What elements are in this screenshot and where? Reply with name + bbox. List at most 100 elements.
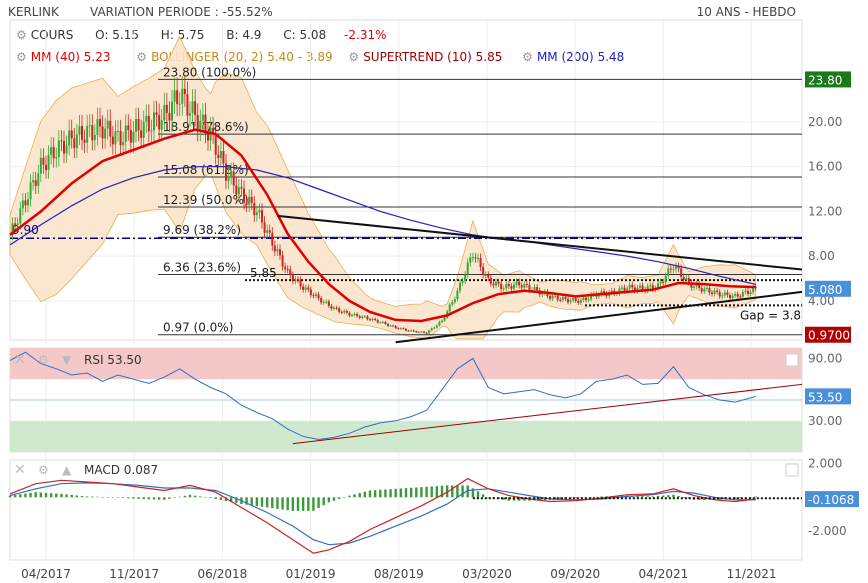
macd-histogram-bar (199, 496, 202, 498)
macd-histogram-bar (327, 497, 331, 503)
candle-body (507, 283, 510, 287)
candle-body (639, 285, 641, 288)
macd-histogram-bar (595, 496, 598, 498)
candle-body (399, 328, 402, 330)
candle-body (392, 325, 395, 327)
candle-body (171, 101, 173, 121)
candle-body (291, 275, 294, 282)
macd-line (9, 477, 756, 554)
candle-body (276, 249, 279, 252)
candle-body (142, 121, 145, 138)
macd-histogram-bar (373, 490, 377, 498)
candle-body (703, 288, 706, 292)
candle-body (32, 180, 35, 183)
candle-body (145, 115, 148, 122)
candle-body (222, 151, 225, 164)
candle-body (479, 257, 482, 268)
candle-body (232, 171, 235, 186)
candle-body (495, 281, 497, 286)
candle-body (19, 208, 22, 224)
candle-body (158, 114, 161, 130)
macd-histogram-bar (363, 491, 367, 498)
chart-canvas[interactable]: 4.008.0012.0016.0020.0004/2017 11/2017 06/… (0, 0, 868, 583)
macd-histogram-bar (661, 495, 665, 498)
rsi-badge: 53.50 (808, 390, 842, 404)
candle-body (70, 130, 73, 139)
candle-body (356, 313, 359, 317)
macd-histogram-bar (106, 497, 109, 498)
candle-body (556, 295, 559, 300)
candle-body (225, 163, 227, 181)
candle-body (199, 120, 202, 131)
candle-body (410, 330, 413, 332)
candle-body (487, 274, 490, 278)
candle-body (402, 328, 405, 330)
candle-body (137, 118, 140, 131)
macd-histogram-bar (250, 497, 253, 506)
candle-body (63, 140, 65, 154)
candle-body (741, 291, 744, 297)
macd-histogram-bar (651, 496, 655, 498)
macd-histogram-bar (600, 496, 603, 498)
candle-body (371, 318, 374, 321)
candle-body (441, 320, 443, 322)
candle-body (387, 323, 389, 326)
candle-body (551, 295, 554, 299)
rsi-tick-label: 90.00 (808, 351, 842, 365)
bollinger-band (9, 35, 757, 340)
candle-body (433, 327, 436, 329)
candle-body (721, 295, 724, 297)
candle-body (711, 292, 713, 294)
candle-body (397, 328, 400, 330)
candle-body (34, 180, 37, 186)
candle-body (55, 157, 58, 159)
candle-body (340, 311, 343, 313)
candle-body (579, 299, 582, 303)
x-tick-label: 09/2020 (550, 567, 600, 581)
price-tick-label: 20.00 (808, 115, 842, 129)
macd-histogram-bar (384, 489, 387, 498)
candle-body (561, 297, 564, 300)
price-tick-label: 12.00 (808, 204, 842, 218)
candle-body (45, 164, 47, 171)
candle-body (240, 187, 243, 189)
trendline-upper (277, 214, 803, 271)
candle-body (363, 316, 366, 318)
macd-histogram-bar (368, 490, 372, 498)
candle-body (417, 331, 420, 333)
candle-body (682, 276, 685, 280)
candle-body (716, 290, 719, 292)
candle-body (582, 297, 585, 300)
candle-body (749, 292, 752, 294)
candle-body (96, 119, 99, 135)
candle-body (194, 101, 197, 115)
candle-body (330, 305, 333, 309)
candle-body (518, 281, 521, 286)
macd-histogram-bar (317, 497, 320, 509)
candle-body (196, 114, 199, 131)
candle-body (114, 131, 117, 145)
macd-histogram-bar (379, 489, 382, 498)
candle-body (150, 130, 153, 132)
candle-body (294, 279, 297, 282)
macd-histogram-bar (461, 485, 464, 498)
macd-histogram-bar (425, 486, 428, 498)
candle-body (374, 318, 377, 321)
macd-histogram-bar (219, 497, 223, 500)
candle-body (78, 126, 81, 135)
candle-body (523, 284, 526, 288)
candle-body (662, 281, 665, 283)
candle-body (281, 255, 284, 267)
candle-body (104, 128, 107, 139)
candle-body (101, 126, 104, 139)
candle-body (230, 171, 233, 177)
candle-body (525, 284, 528, 286)
x-tick-label: 08/2019 (374, 567, 424, 581)
candle-body (68, 130, 71, 146)
macd-histogram-bar (348, 495, 351, 498)
macd-histogram-bar (399, 488, 403, 498)
candle-body (667, 268, 670, 276)
rsi-maximize-icon (785, 353, 799, 367)
candle-body (484, 274, 487, 276)
candle-body (255, 212, 258, 216)
